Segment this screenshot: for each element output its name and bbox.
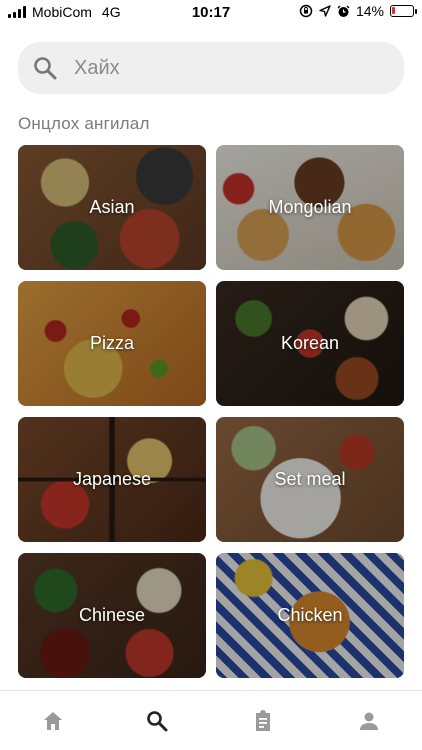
category-card-japanese[interactable]: Japanese (18, 417, 206, 542)
section-title: Онцлох ангилал (18, 114, 150, 133)
category-label: Chinese (78, 605, 146, 625)
category-card-korean[interactable]: Korean (216, 281, 404, 406)
person-icon (360, 712, 378, 730)
search-icon (34, 57, 57, 80)
battery-percent: 14% (355, 3, 384, 19)
lock-rotation-icon (299, 4, 313, 18)
nav-orders[interactable] (249, 707, 277, 735)
category-label: Asian (89, 197, 135, 217)
bottom-nav (0, 690, 422, 750)
category-card-chinese[interactable]: Chinese (18, 553, 206, 678)
alarm-icon (337, 5, 350, 17)
category-label: Chicken (277, 605, 343, 625)
category-card-set-meal[interactable]: Set meal (216, 417, 404, 542)
battery-level (392, 7, 395, 14)
location-arrow-icon (319, 5, 331, 17)
category-label: Pizza (89, 333, 134, 353)
category-label: Set meal (274, 469, 346, 489)
search-input[interactable] (74, 42, 384, 94)
status-right: 14% (299, 3, 417, 19)
search-icon (147, 711, 168, 732)
category-card-asian[interactable]: Asian (18, 145, 206, 270)
search-bar[interactable] (18, 42, 404, 94)
nav-home[interactable] (39, 707, 67, 735)
nav-search[interactable] (143, 707, 171, 735)
home-icon (44, 712, 62, 730)
nav-profile[interactable] (355, 707, 383, 735)
category-card-chicken[interactable]: Chicken (216, 553, 404, 678)
battery-icon (390, 5, 417, 17)
category-label: Korean (280, 333, 340, 353)
status-bar: MobiCom 4G 10:17 14% (0, 0, 422, 24)
clipboard-icon (256, 710, 270, 731)
category-label: Japanese (72, 469, 152, 489)
category-card-mongolian[interactable]: Mongolian (216, 145, 404, 270)
category-label: Mongolian (268, 197, 352, 217)
category-card-pizza[interactable]: Pizza (18, 281, 206, 406)
